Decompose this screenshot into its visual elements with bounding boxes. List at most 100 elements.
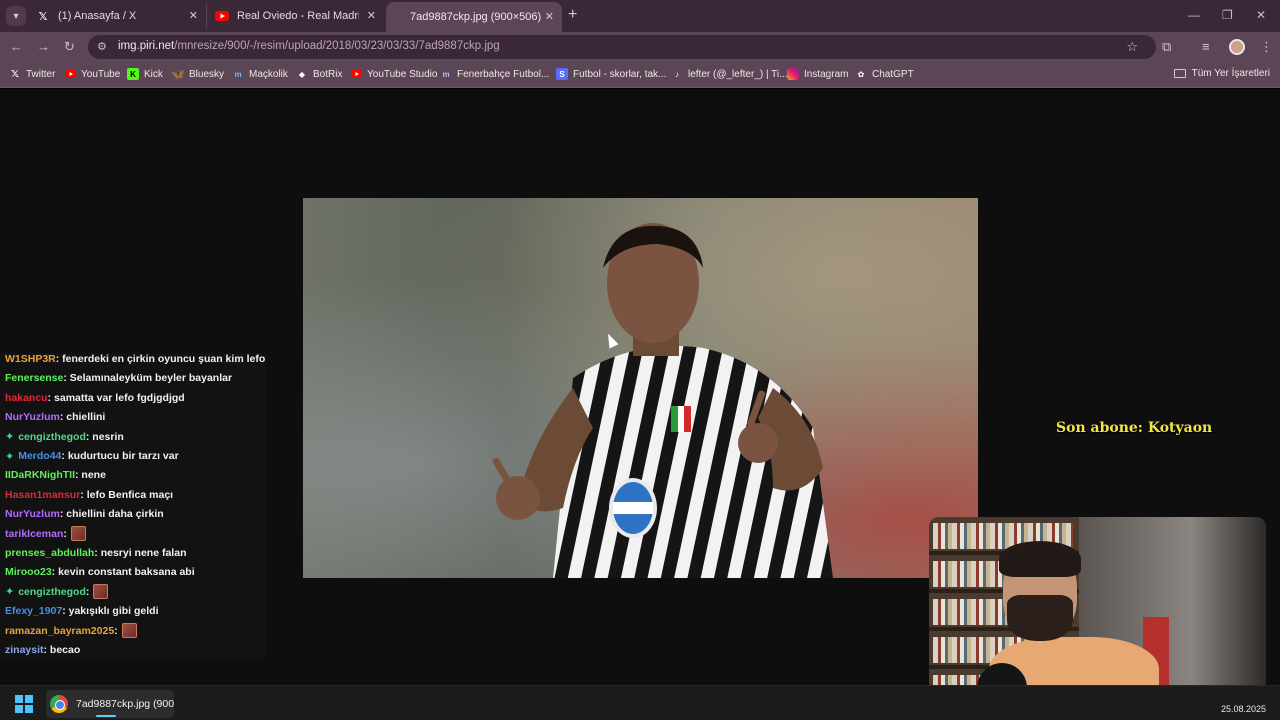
- chat-username: Merdo44: [18, 450, 62, 462]
- bookmark-youtube-studio[interactable]: YouTube Studio: [350, 68, 437, 80]
- chat-username: ramazan_bayram2025: [5, 624, 115, 637]
- all-bookmarks-button[interactable]: Tüm Yer İşaretleri: [1173, 68, 1270, 79]
- botrix-icon: ◆: [298, 69, 306, 79]
- chat-username: Fenersense: [5, 372, 64, 385]
- forward-button[interactable]: →: [37, 39, 50, 54]
- mackolik-icon: m: [234, 69, 242, 79]
- chat-text: : nene: [75, 469, 106, 482]
- chat-message: ramazan_bayram2025 :: [5, 622, 137, 640]
- chat-text: : Selamınaleyküm beyler bayanlar: [63, 372, 233, 385]
- bookmark-label: Maçkolik: [249, 68, 288, 80]
- address-bar[interactable]: ⚙ img.piri.net/mnresize/900/-/resim/uplo…: [88, 35, 1156, 59]
- bookmark-botrix[interactable]: ◆ BotRix: [296, 68, 343, 80]
- windows-start-icon[interactable]: [15, 695, 33, 713]
- instagram-icon: [787, 68, 799, 80]
- bookmark-bluesky[interactable]: 🦋 Bluesky: [171, 68, 224, 81]
- streamer-hair: [999, 541, 1081, 577]
- extensions-icon[interactable]: ⧉: [1162, 39, 1171, 55]
- chat-text: :: [63, 527, 67, 540]
- chevron-down-icon: ▾: [13, 10, 19, 22]
- chat-message: IIDaRKNighTII : nene: [5, 466, 106, 484]
- close-icon[interactable]: ✕: [545, 10, 554, 23]
- x-logo-icon: 𝕏: [38, 10, 48, 23]
- bookmark-label: Twitter: [26, 68, 56, 80]
- reload-button[interactable]: ↻: [64, 39, 75, 55]
- chat-username: Hasan1mansur: [5, 488, 81, 501]
- webcam-feed: [929, 517, 1266, 704]
- bookmark-tiktok[interactable]: ♪ lefter (@_lefter_) | Ti...: [671, 68, 787, 80]
- stream-chat: W1SHP3R : fenerdeki en çirkin oyuncu şua…: [0, 353, 266, 659]
- bookmark-label: ChatGPT: [872, 68, 914, 80]
- chat-text: : lefo Benfica maçı: [80, 488, 174, 501]
- chat-emote-icon: [93, 584, 109, 600]
- bookmark-label: lefter (@_lefter_) | Ti...: [688, 68, 788, 80]
- chat-message: Efexy_1907 : yakışıklı gibi geldi: [5, 602, 159, 620]
- restore-button[interactable]: ❐: [1222, 8, 1233, 22]
- bookmark-chatgpt[interactable]: ✿ ChatGPT: [855, 68, 914, 80]
- taskbar-date: 25.08.2025: [1220, 704, 1266, 714]
- sub-badge-icon: ✦: [5, 431, 15, 444]
- bookmark-label: Instagram: [804, 68, 849, 80]
- bookmark-youtube[interactable]: YouTube: [64, 68, 120, 80]
- chat-message: W1SHP3R : fenerdeki en çirkin oyuncu şua…: [5, 353, 266, 368]
- sub-badge-icon: ✦: [5, 586, 15, 599]
- site-info-icon[interactable]: ⚙: [97, 40, 107, 53]
- chat-text: : fenerdeki en çirkin oyuncu şuan kim le…: [55, 353, 266, 365]
- tab-image-active[interactable]: 7ad9887ckp.jpg (900×506) ✕: [386, 2, 562, 32]
- chat-message: Hasan1mansur : lefo Benfica maçı: [5, 486, 173, 504]
- chat-username: NurYuzlum: [5, 411, 60, 424]
- chat-text: : nesryi nene falan: [94, 547, 187, 559]
- tab-real-oviedo[interactable]: Real Oviedo - Real Madrid (0-3) ✕: [206, 4, 384, 28]
- footballer-illustration: [492, 223, 833, 578]
- chat-username: NurYuzlum: [5, 508, 60, 521]
- sub-badge-icon: ✦: [5, 450, 15, 463]
- x-logo-icon: 𝕏: [10, 68, 20, 80]
- bookmark-instagram[interactable]: Instagram: [787, 68, 848, 80]
- bookmark-mackolik[interactable]: m Maçkolik: [232, 68, 288, 80]
- profile-avatar[interactable]: [1229, 39, 1245, 55]
- media-controls-icon[interactable]: ≡: [1202, 39, 1210, 54]
- chat-message: tarikIceman :: [5, 525, 86, 543]
- bookmark-flashscore[interactable]: S Futbol - skorlar, tak...: [556, 68, 666, 80]
- chat-text: : kudurtucu bir tarzı var: [61, 450, 179, 462]
- chat-username: tarikIceman: [5, 527, 64, 540]
- m-logo-icon: m: [442, 69, 450, 79]
- back-button[interactable]: ←: [10, 39, 23, 54]
- minimize-button[interactable]: —: [1188, 8, 1200, 22]
- chat-message: zinaysit : becao: [5, 641, 80, 659]
- tab-title: Real Oviedo - Real Madrid (0-3): [237, 10, 359, 22]
- close-window-button[interactable]: ✕: [1256, 8, 1266, 22]
- chat-text: :: [85, 585, 90, 598]
- bookmark-label: BotRix: [313, 68, 343, 80]
- bookmark-twitter[interactable]: 𝕏 Twitter: [9, 68, 55, 80]
- chat-username: zinaysit: [5, 644, 44, 656]
- chat-message: prenses_abdullah : nesryi nene falan: [5, 544, 186, 562]
- windows-taskbar: 7ad9887ckp.jpg (900×5 25.08.2025: [0, 685, 1280, 720]
- chrome-icon: [50, 695, 68, 713]
- chat-message: ✦ cengizthegod : nesrin: [5, 428, 124, 446]
- tab-title: (1) Anasayfa / X: [58, 10, 137, 22]
- displayed-image[interactable]: [303, 198, 978, 578]
- taskbar-chrome-app[interactable]: 7ad9887ckp.jpg (900×5: [46, 690, 174, 718]
- tab-search-button[interactable]: ▾: [6, 6, 26, 26]
- tab-title: 7ad9887ckp.jpg (900×506): [410, 11, 542, 23]
- bookmark-kick[interactable]: K Kick: [127, 68, 163, 80]
- flashscore-icon: S: [556, 68, 568, 80]
- youtube-icon: [215, 9, 229, 23]
- menu-icon[interactable]: ⋮: [1260, 39, 1273, 55]
- browser-toolbar: ← → ↻ ⚙ img.piri.net/mnresize/900/-/resi…: [0, 32, 1280, 62]
- chat-emote-icon: [121, 623, 137, 639]
- close-icon[interactable]: ✕: [367, 9, 376, 22]
- chat-text: :: [114, 624, 118, 637]
- close-icon[interactable]: ✕: [189, 9, 198, 22]
- url-path: /mnresize/900/-/resim/upload/2018/03/23/…: [174, 40, 500, 52]
- bookmark-fenerbahce[interactable]: m Fenerbahçe Futbol...: [440, 68, 549, 80]
- chat-text: : yakışıklı gibi geldi: [62, 605, 159, 618]
- bookmark-star-icon[interactable]: ☆: [1126, 39, 1138, 55]
- new-tab-button[interactable]: +: [568, 6, 577, 24]
- chat-emote-icon: [70, 526, 86, 542]
- tab-anasayfa[interactable]: 𝕏 (1) Anasayfa / X ✕: [28, 4, 206, 28]
- chat-message: NurYuzlum : chiellini daha çirkin: [5, 505, 164, 523]
- chat-username: prenses_abdullah: [5, 547, 95, 559]
- chat-username: cengizthegod: [18, 430, 86, 443]
